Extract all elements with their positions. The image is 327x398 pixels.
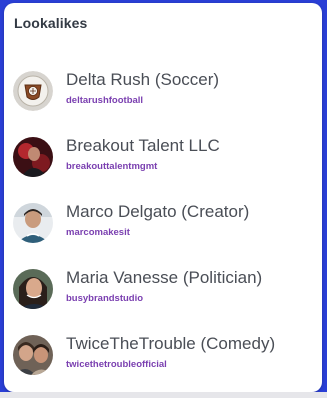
item-handle[interactable]: twicethetroubleofficial: [66, 359, 167, 370]
item-name: Delta Rush (Soccer): [66, 70, 220, 89]
item-name: Maria Vanesse (Politician): [66, 268, 263, 287]
bottom-scroll-edge: [0, 392, 327, 398]
soccer-club-logo-avatar: [13, 71, 53, 111]
person-photo-avatar: [13, 269, 53, 309]
item-name: Breakout Talent LLC: [66, 136, 220, 155]
panel-title: Lookalikes: [14, 15, 88, 31]
item-name: Marco Delgato (Creator): [66, 202, 250, 221]
lookalikes-panel: Lookalikes Delta Rush (Soccer) deltarush…: [4, 3, 322, 392]
list-item[interactable]: Maria Vanesse (Politician) busybrandstud…: [4, 261, 322, 327]
list-item[interactable]: Marco Delgato (Creator) marcomakesit: [4, 195, 322, 261]
person-photo-avatar: [13, 137, 53, 177]
lookalikes-list: Delta Rush (Soccer) deltarushfootball Br…: [4, 63, 322, 392]
item-name: TwiceTheTrouble (Comedy): [66, 334, 276, 353]
item-handle[interactable]: deltarushfootball: [66, 95, 143, 106]
item-handle[interactable]: breakouttalentmgmt: [66, 161, 157, 172]
item-handle[interactable]: marcomakesit: [66, 227, 130, 238]
person-photo-avatar: [13, 203, 53, 243]
list-item[interactable]: Delta Rush (Soccer) deltarushfootball: [4, 63, 322, 129]
item-handle[interactable]: busybrandstudio: [66, 293, 143, 304]
list-item[interactable]: Breakout Talent LLC breakouttalentmgmt: [4, 129, 322, 195]
person-photo-avatar: [13, 335, 53, 375]
list-item[interactable]: TwiceTheTrouble (Comedy) twicethetrouble…: [4, 327, 322, 392]
